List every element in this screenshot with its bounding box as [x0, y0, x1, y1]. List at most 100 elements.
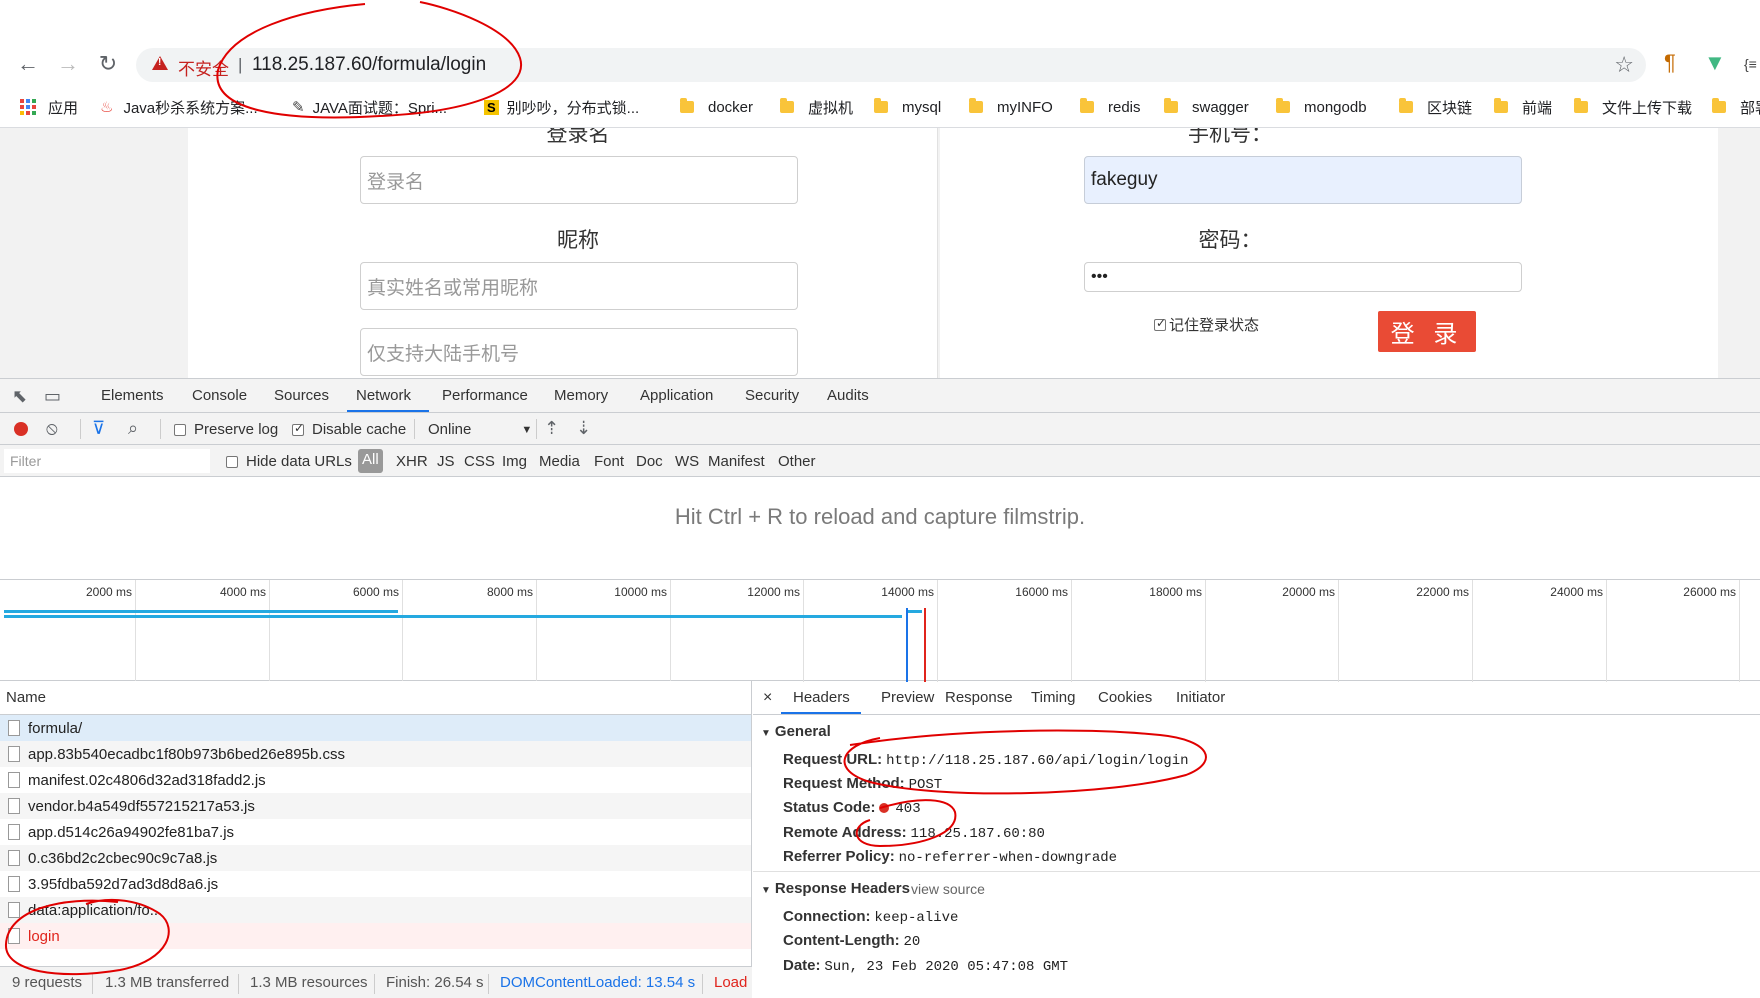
record-icon[interactable]: [14, 422, 28, 436]
preserve-log-toggle[interactable]: Preserve log: [174, 421, 278, 438]
request-row[interactable]: data:application/fo...: [0, 897, 751, 923]
referrer-policy-value[interactable]: no-referrer-when-downgrade: [899, 850, 1117, 866]
filter-type-other[interactable]: Other: [778, 453, 816, 470]
tab-timing[interactable]: Timing: [1031, 689, 1075, 706]
inspect-element-icon[interactable]: ⬉: [12, 386, 32, 406]
password-input[interactable]: •••: [1084, 262, 1522, 292]
request-row[interactable]: login: [0, 923, 751, 949]
filter-input[interactable]: Filter: [4, 449, 210, 473]
tab-headers[interactable]: Headers: [793, 689, 850, 706]
filter-type-font[interactable]: Font: [594, 453, 624, 470]
filter-type-css[interactable]: CSS: [464, 453, 495, 470]
import-har-icon[interactable]: ⇡: [544, 418, 564, 438]
nickname-input[interactable]: 真实姓名或常用昵称: [360, 262, 798, 310]
address-bar[interactable]: 不安全 | 118.25.187.60/formula/login ☆: [136, 48, 1646, 82]
bookmark-deploy[interactable]: 部署: [1712, 96, 1760, 118]
url-text[interactable]: 118.25.187.60/formula/login: [252, 54, 486, 76]
vue-devtools-icon[interactable]: ▼: [1704, 50, 1726, 76]
name-column-header[interactable]: Name: [0, 681, 751, 715]
checkbox[interactable]: [174, 423, 186, 436]
tab-network[interactable]: Network: [356, 387, 411, 404]
bookmark-docker[interactable]: docker: [680, 96, 753, 118]
paragraph-extension-icon[interactable]: ¶: [1664, 50, 1676, 76]
bookmark-distributed-lock[interactable]: S 别吵吵，分布式锁...: [484, 96, 639, 118]
bookmark-frontend[interactable]: 前端: [1494, 96, 1552, 118]
tab-security[interactable]: Security: [745, 387, 799, 404]
bookmark-mysql[interactable]: mysql: [874, 96, 941, 118]
request-row[interactable]: app.d514c26a94902fe81ba7.js: [0, 819, 751, 845]
bookmark-mongodb[interactable]: mongodb: [1276, 96, 1367, 118]
bookmark-swagger[interactable]: swagger: [1164, 96, 1249, 118]
bookmark-blockchain[interactable]: 区块链: [1399, 96, 1472, 118]
throttle-select[interactable]: Online ▼: [428, 421, 532, 438]
json-extension-icon[interactable]: {≡: [1744, 56, 1757, 72]
security-label[interactable]: 不安全: [178, 55, 229, 80]
connection-value[interactable]: keep-alive: [874, 910, 958, 926]
bookmark-apps[interactable]: 应用: [20, 96, 78, 118]
login-phone-input[interactable]: fakeguy: [1084, 156, 1522, 204]
export-har-icon[interactable]: ⇣: [576, 418, 596, 438]
filter-type-ws[interactable]: WS: [675, 453, 699, 470]
checkbox[interactable]: [292, 421, 304, 436]
tab-console[interactable]: Console: [192, 387, 247, 404]
general-section-toggle[interactable]: ▼ General: [761, 723, 831, 740]
reload-icon[interactable]: ↻: [94, 50, 122, 78]
tab-sources[interactable]: Sources: [274, 387, 329, 404]
tab-elements[interactable]: Elements: [101, 387, 164, 404]
checkbox[interactable]: [1154, 316, 1166, 331]
hide-data-urls-toggle[interactable]: Hide data URLs: [226, 453, 352, 470]
bookmark-redis[interactable]: redis: [1080, 96, 1141, 118]
phone-input[interactable]: 仅支持大陆手机号: [360, 328, 798, 376]
request-method-value[interactable]: POST: [909, 777, 943, 793]
request-row[interactable]: 3.95fdba592d7ad3d8d8a6.js: [0, 871, 751, 897]
tab-memory[interactable]: Memory: [554, 387, 608, 404]
request-url-value[interactable]: http://118.25.187.60/api/login/login: [886, 753, 1188, 769]
tab-preview[interactable]: Preview: [881, 689, 934, 706]
filter-type-all[interactable]: All: [358, 449, 383, 473]
device-toolbar-icon[interactable]: ▭: [44, 386, 64, 406]
tab-application[interactable]: Application: [640, 387, 713, 404]
view-source-link[interactable]: view source: [911, 881, 985, 897]
tab-audits[interactable]: Audits: [827, 387, 869, 404]
request-row[interactable]: 0.c36bd2c2cbec90c9c7a8.js: [0, 845, 751, 871]
network-overview-timeline[interactable]: 2000 ms 4000 ms 6000 ms 8000 ms 10000 ms…: [0, 579, 1760, 682]
remember-login-checkbox[interactable]: 记住登录状态: [1154, 314, 1259, 335]
checkbox[interactable]: [226, 455, 238, 468]
filter-type-manifest[interactable]: Manifest: [708, 453, 765, 470]
close-icon[interactable]: ×: [763, 689, 772, 707]
bookmark-file-upload[interactable]: 文件上传下载: [1574, 96, 1692, 118]
back-arrow-icon[interactable]: ←: [14, 50, 42, 78]
bookmark-vm[interactable]: 虚拟机: [780, 96, 853, 118]
tab-cookies[interactable]: Cookies: [1098, 689, 1152, 706]
tab-initiator[interactable]: Initiator: [1176, 689, 1225, 706]
response-headers-section-toggle[interactable]: ▼ Response Headers: [761, 880, 910, 897]
timeline-tick-label: 18000 ms: [1149, 585, 1202, 599]
filter-type-xhr[interactable]: XHR: [396, 453, 428, 470]
login-button[interactable]: 登 录: [1378, 311, 1476, 352]
filter-type-img[interactable]: Img: [502, 453, 527, 470]
bookmark-star-icon[interactable]: ☆: [1614, 52, 1634, 78]
login-panel: 手机号： fakeguy 密码： •••: [940, 128, 1718, 378]
remote-address-value[interactable]: 118.25.187.60:80: [911, 826, 1045, 842]
request-row[interactable]: app.83b540ecadbc1f80b973b6bed26e895b.css: [0, 741, 751, 767]
filter-type-js[interactable]: JS: [437, 453, 455, 470]
filter-type-media[interactable]: Media: [539, 453, 580, 470]
status-code-value[interactable]: 403: [895, 801, 920, 817]
disable-cache-toggle[interactable]: Disable cache: [292, 421, 406, 438]
clear-icon[interactable]: ⦸: [46, 418, 66, 438]
request-row[interactable]: manifest.02c4806d32ad318fadd2.js: [0, 767, 751, 793]
request-row[interactable]: vendor.b4a549df557215217a53.js: [0, 793, 751, 819]
tab-response[interactable]: Response: [945, 689, 1013, 706]
bookmark-java-seckill[interactable]: ♨ Java秒杀系统方案...: [100, 96, 258, 118]
date-value[interactable]: Sun, 23 Feb 2020 05:47:08 GMT: [824, 959, 1068, 973]
bookmark-java-interview[interactable]: ✎ JAVA面试题：Spri...: [292, 96, 447, 118]
tab-performance[interactable]: Performance: [442, 387, 528, 404]
bookmark-myinfo[interactable]: myINFO: [969, 96, 1053, 118]
filter-icon[interactable]: ⊽: [92, 418, 112, 438]
filter-type-doc[interactable]: Doc: [636, 453, 663, 470]
search-icon[interactable]: ⌕: [128, 418, 148, 438]
forward-arrow-icon[interactable]: →: [54, 50, 82, 78]
username-input[interactable]: 登录名: [360, 156, 798, 204]
content-length-value[interactable]: 20: [904, 934, 921, 950]
request-row[interactable]: formula/: [0, 715, 751, 741]
